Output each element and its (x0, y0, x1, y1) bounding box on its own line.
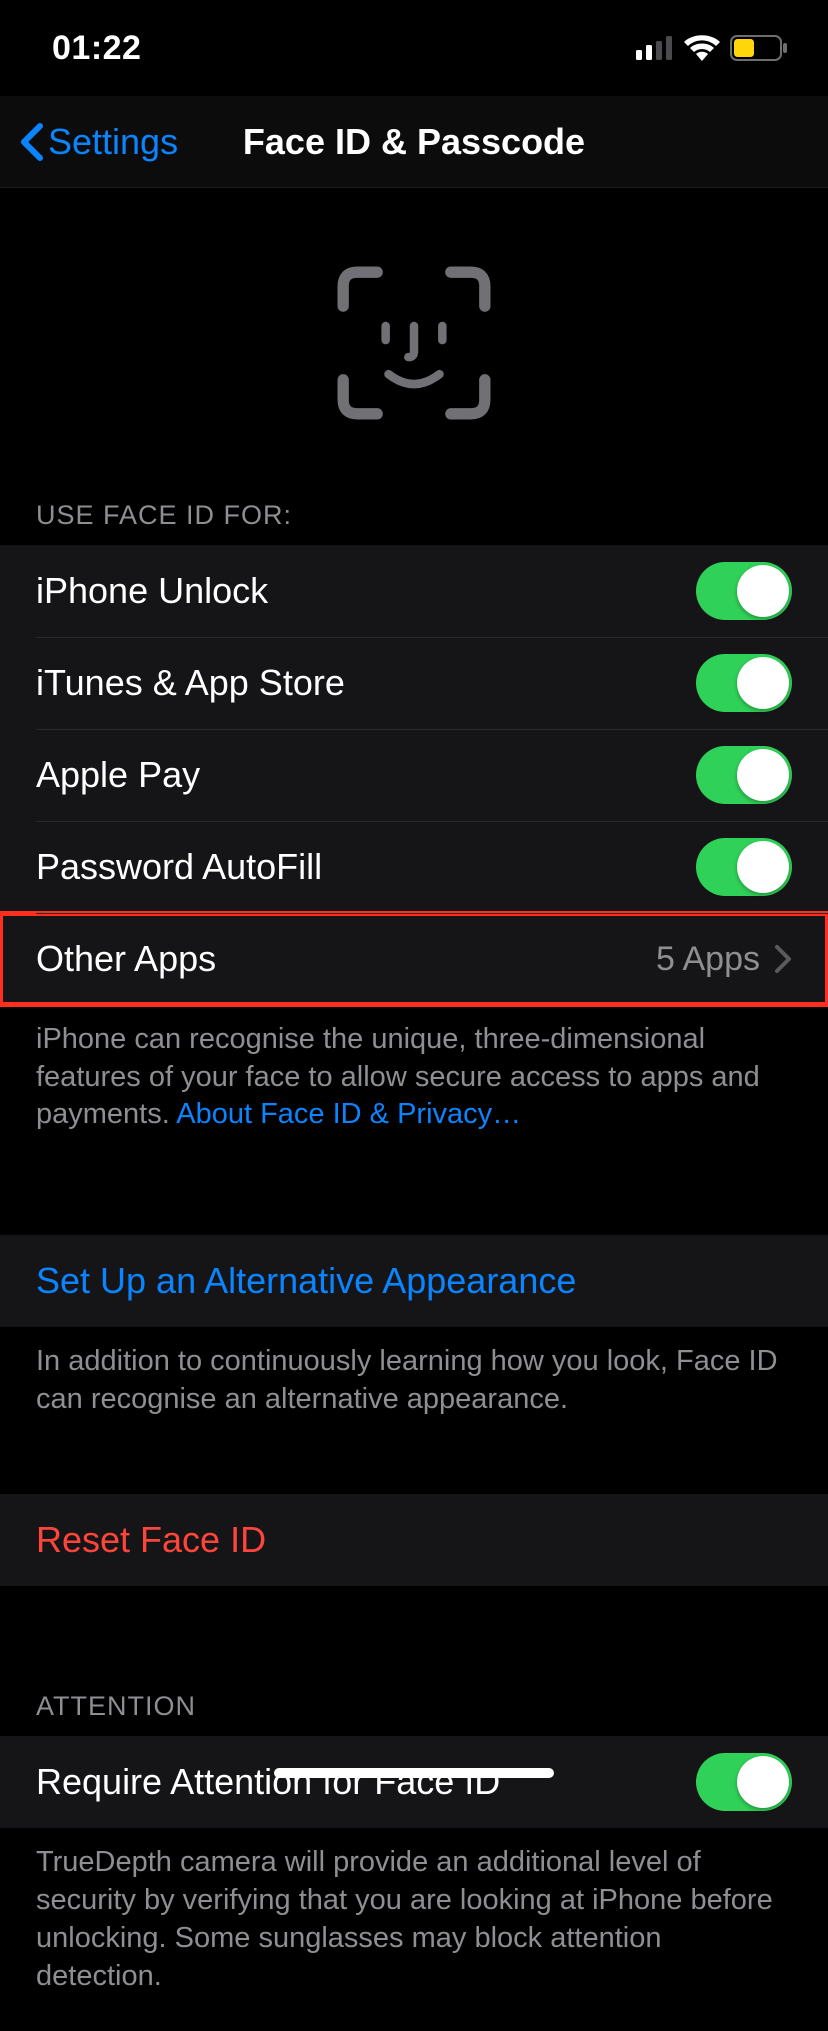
reset-faceid-label: Reset Face ID (36, 1519, 266, 1561)
back-label: Settings (48, 121, 178, 163)
row-label: iTunes & App Store (36, 662, 345, 704)
back-button[interactable]: Settings (18, 121, 178, 163)
row-itunes-appstore[interactable]: iTunes & App Store (0, 637, 828, 729)
toggle-require-attention[interactable] (696, 1753, 792, 1811)
status-icons (636, 35, 788, 61)
page-title: Face ID & Passcode (243, 121, 585, 163)
row-label: Apple Pay (36, 754, 200, 796)
section-header-use: USE FACE ID FOR: (0, 488, 828, 545)
row-other-apps[interactable]: Other Apps 5 Apps (0, 913, 828, 1005)
status-time: 01:22 (52, 29, 141, 68)
row-alt-appearance[interactable]: Set Up an Alternative Appearance (0, 1235, 828, 1327)
nav-bar: Settings Face ID & Passcode (0, 96, 828, 188)
status-bar: 01:22 (0, 0, 828, 96)
chevron-right-icon (774, 944, 792, 974)
row-label: Password AutoFill (36, 846, 322, 888)
home-indicator[interactable] (274, 1768, 554, 1778)
reset-list: Reset Face ID (0, 1494, 828, 1586)
faceid-icon (329, 258, 499, 428)
use-faceid-list: iPhone Unlock iTunes & App Store Apple P… (0, 545, 828, 1005)
section-header-attention: ATTENTION (0, 1651, 828, 1736)
attention-footer: TrueDepth camera will provide an additio… (0, 1828, 828, 2031)
battery-icon (730, 35, 788, 61)
row-iphone-unlock[interactable]: iPhone Unlock (0, 545, 828, 637)
wifi-icon (684, 35, 720, 61)
cellular-icon (636, 36, 674, 60)
row-password-autofill[interactable]: Password AutoFill (0, 821, 828, 913)
use-section-footer: iPhone can recognise the unique, three-d… (0, 1005, 828, 1170)
alt-appearance-list: Set Up an Alternative Appearance (0, 1235, 828, 1327)
toggle-iphone-unlock[interactable] (696, 562, 792, 620)
alt-appearance-footer: In addition to continuously learning how… (0, 1327, 828, 1454)
row-label: Other Apps (36, 938, 216, 980)
row-reset-faceid[interactable]: Reset Face ID (0, 1494, 828, 1586)
toggle-itunes[interactable] (696, 654, 792, 712)
attention-list: Require Attention for Face ID (0, 1736, 828, 1828)
row-apple-pay[interactable]: Apple Pay (0, 729, 828, 821)
row-label: iPhone Unlock (36, 570, 268, 612)
other-apps-count: 5 Apps (656, 940, 760, 979)
faceid-hero (0, 188, 828, 488)
alt-appearance-label: Set Up an Alternative Appearance (36, 1260, 576, 1302)
chevron-left-icon (18, 122, 46, 162)
toggle-apple-pay[interactable] (696, 746, 792, 804)
row-require-attention[interactable]: Require Attention for Face ID (0, 1736, 828, 1828)
toggle-autofill[interactable] (696, 838, 792, 896)
about-faceid-privacy-link[interactable]: About Face ID & Privacy… (176, 1098, 521, 1130)
